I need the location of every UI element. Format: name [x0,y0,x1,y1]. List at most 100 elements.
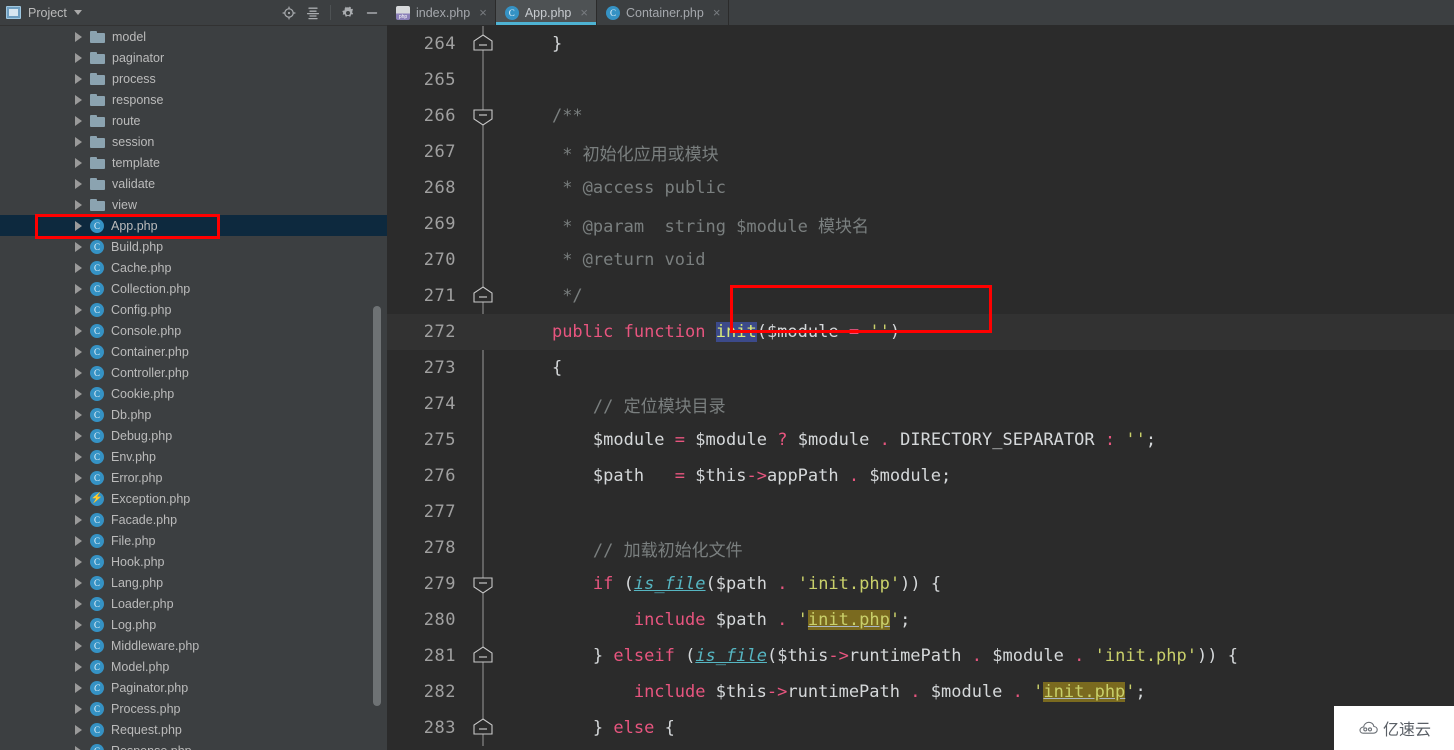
close-icon[interactable]: × [580,6,588,19]
code-view[interactable]: 264 } 265 266 /** 267 * 初始化应用或模块 268 * @acce… [387,26,1454,750]
expand-arrow-icon[interactable] [75,598,82,609]
code-line-275[interactable]: 275 $module = $module ? $module . DIRECT… [387,422,1454,458]
code-line-265[interactable]: 265 [387,62,1454,98]
tree-item-hook-php[interactable]: C Hook.php [0,551,387,572]
fold-gutter[interactable] [464,350,501,386]
tree-item-db-php[interactable]: C Db.php [0,404,387,425]
fold-gutter[interactable] [464,494,501,530]
tree-item-request-php[interactable]: C Request.php [0,719,387,740]
tree-item-response-php[interactable]: C Response.php [0,740,387,750]
code-line-267[interactable]: 267 * 初始化应用或模块 [387,134,1454,170]
tree-item-build-php[interactable]: C Build.php [0,236,387,257]
fold-gutter[interactable] [464,674,501,710]
fold-gutter[interactable] [464,242,501,278]
fold-gutter[interactable] [464,530,501,566]
expand-arrow-icon[interactable] [75,325,82,336]
tree-item-process[interactable]: process [0,68,387,89]
tree-item-controller-php[interactable]: C Controller.php [0,362,387,383]
tree-item-process-php[interactable]: C Process.php [0,698,387,719]
tree-item-file-php[interactable]: C File.php [0,530,387,551]
tab-index-php[interactable]: index.php × [387,0,496,25]
code-line-264[interactable]: 264 } [387,26,1454,62]
tree-item-middleware-php[interactable]: C Middleware.php [0,635,387,656]
code-line-268[interactable]: 268 * @access public [387,170,1454,206]
tree-item-config-php[interactable]: C Config.php [0,299,387,320]
code-line-281[interactable]: 281 } elseif (is_file($this->runtimePath… [387,638,1454,674]
expand-arrow-icon[interactable] [75,619,82,630]
tab-app-php[interactable]: C App.php × [495,0,597,25]
gear-icon[interactable] [337,2,359,24]
locate-icon[interactable] [278,2,300,24]
expand-arrow-icon[interactable] [75,199,82,210]
tree-item-error-php[interactable]: C Error.php [0,467,387,488]
fold-gutter[interactable] [464,26,501,62]
tree-item-log-php[interactable]: C Log.php [0,614,387,635]
project-file-tree[interactable]: model paginator process response route sessio… [0,26,387,750]
tree-item-app-php[interactable]: C App.php [0,215,387,236]
fold-gutter[interactable] [464,422,501,458]
code-line-274[interactable]: 274 // 定位模块目录 [387,386,1454,422]
fold-gutter[interactable] [464,98,501,134]
expand-arrow-icon[interactable] [75,241,82,252]
chevron-down-icon[interactable] [73,10,82,15]
tree-item-lang-php[interactable]: C Lang.php [0,572,387,593]
expand-arrow-icon[interactable] [75,52,82,63]
expand-arrow-icon[interactable] [75,136,82,147]
tree-item-template[interactable]: template [0,152,387,173]
expand-arrow-icon[interactable] [75,724,82,735]
tree-item-view[interactable]: view [0,194,387,215]
tree-item-loader-php[interactable]: C Loader.php [0,593,387,614]
tree-item-cache-php[interactable]: C Cache.php [0,257,387,278]
expand-arrow-icon[interactable] [75,472,82,483]
fold-gutter[interactable] [464,170,501,206]
sidebar-scrollbar-thumb[interactable] [373,306,381,706]
tree-item-session[interactable]: session [0,131,387,152]
tab-container-php[interactable]: C Container.php × [597,0,730,25]
fold-gutter[interactable] [464,566,501,602]
fold-gutter[interactable] [464,62,501,98]
expand-arrow-icon[interactable] [75,430,82,441]
tree-item-model-php[interactable]: C Model.php [0,656,387,677]
expand-arrow-icon[interactable] [75,262,82,273]
expand-arrow-icon[interactable] [75,745,82,750]
code-line-279[interactable]: 279 if (is_file($path . 'init.php')) { [387,566,1454,602]
code-line-278[interactable]: 278 // 加载初始化文件 [387,530,1454,566]
expand-arrow-icon[interactable] [75,367,82,378]
expand-arrow-icon[interactable] [75,703,82,714]
code-line-280[interactable]: 280 include $path . 'init.php'; [387,602,1454,638]
expand-arrow-icon[interactable] [75,388,82,399]
expand-arrow-icon[interactable] [75,346,82,357]
tree-item-cookie-php[interactable]: C Cookie.php [0,383,387,404]
close-icon[interactable]: × [479,6,487,19]
expand-arrow-icon[interactable] [75,451,82,462]
code-line-276[interactable]: 276 $path = $this->appPath . $module; [387,458,1454,494]
expand-arrow-icon[interactable] [75,157,82,168]
code-line-269[interactable]: 269 * @param string $module 模块名 [387,206,1454,242]
expand-arrow-icon[interactable] [75,493,82,504]
expand-arrow-icon[interactable] [75,409,82,420]
code-line-271[interactable]: 271 */ [387,278,1454,314]
expand-arrow-icon[interactable] [75,514,82,525]
fold-gutter[interactable] [464,314,501,350]
expand-arrow-icon[interactable] [75,283,82,294]
tree-item-exception-php[interactable]: ⚡ Exception.php [0,488,387,509]
expand-arrow-icon[interactable] [75,94,82,105]
minimize-icon[interactable] [361,2,383,24]
code-line-282[interactable]: 282 include $this->runtimePath . $module… [387,674,1454,710]
expand-arrow-icon[interactable] [75,682,82,693]
tree-item-env-php[interactable]: C Env.php [0,446,387,467]
tree-item-collection-php[interactable]: C Collection.php [0,278,387,299]
code-line-283[interactable]: 283 } else { [387,710,1454,746]
fold-gutter[interactable] [464,710,501,746]
fold-gutter[interactable] [464,278,501,314]
tree-item-paginator-php[interactable]: C Paginator.php [0,677,387,698]
expand-arrow-icon[interactable] [75,661,82,672]
tree-item-route[interactable]: route [0,110,387,131]
tree-item-validate[interactable]: validate [0,173,387,194]
code-line-273[interactable]: 273 { [387,350,1454,386]
code-line-272[interactable]: 272 public function init($module = '') [387,314,1454,350]
close-icon[interactable]: × [713,6,721,19]
expand-arrow-icon[interactable] [75,220,82,231]
expand-arrow-icon[interactable] [75,178,82,189]
tree-item-model[interactable]: model [0,26,387,47]
